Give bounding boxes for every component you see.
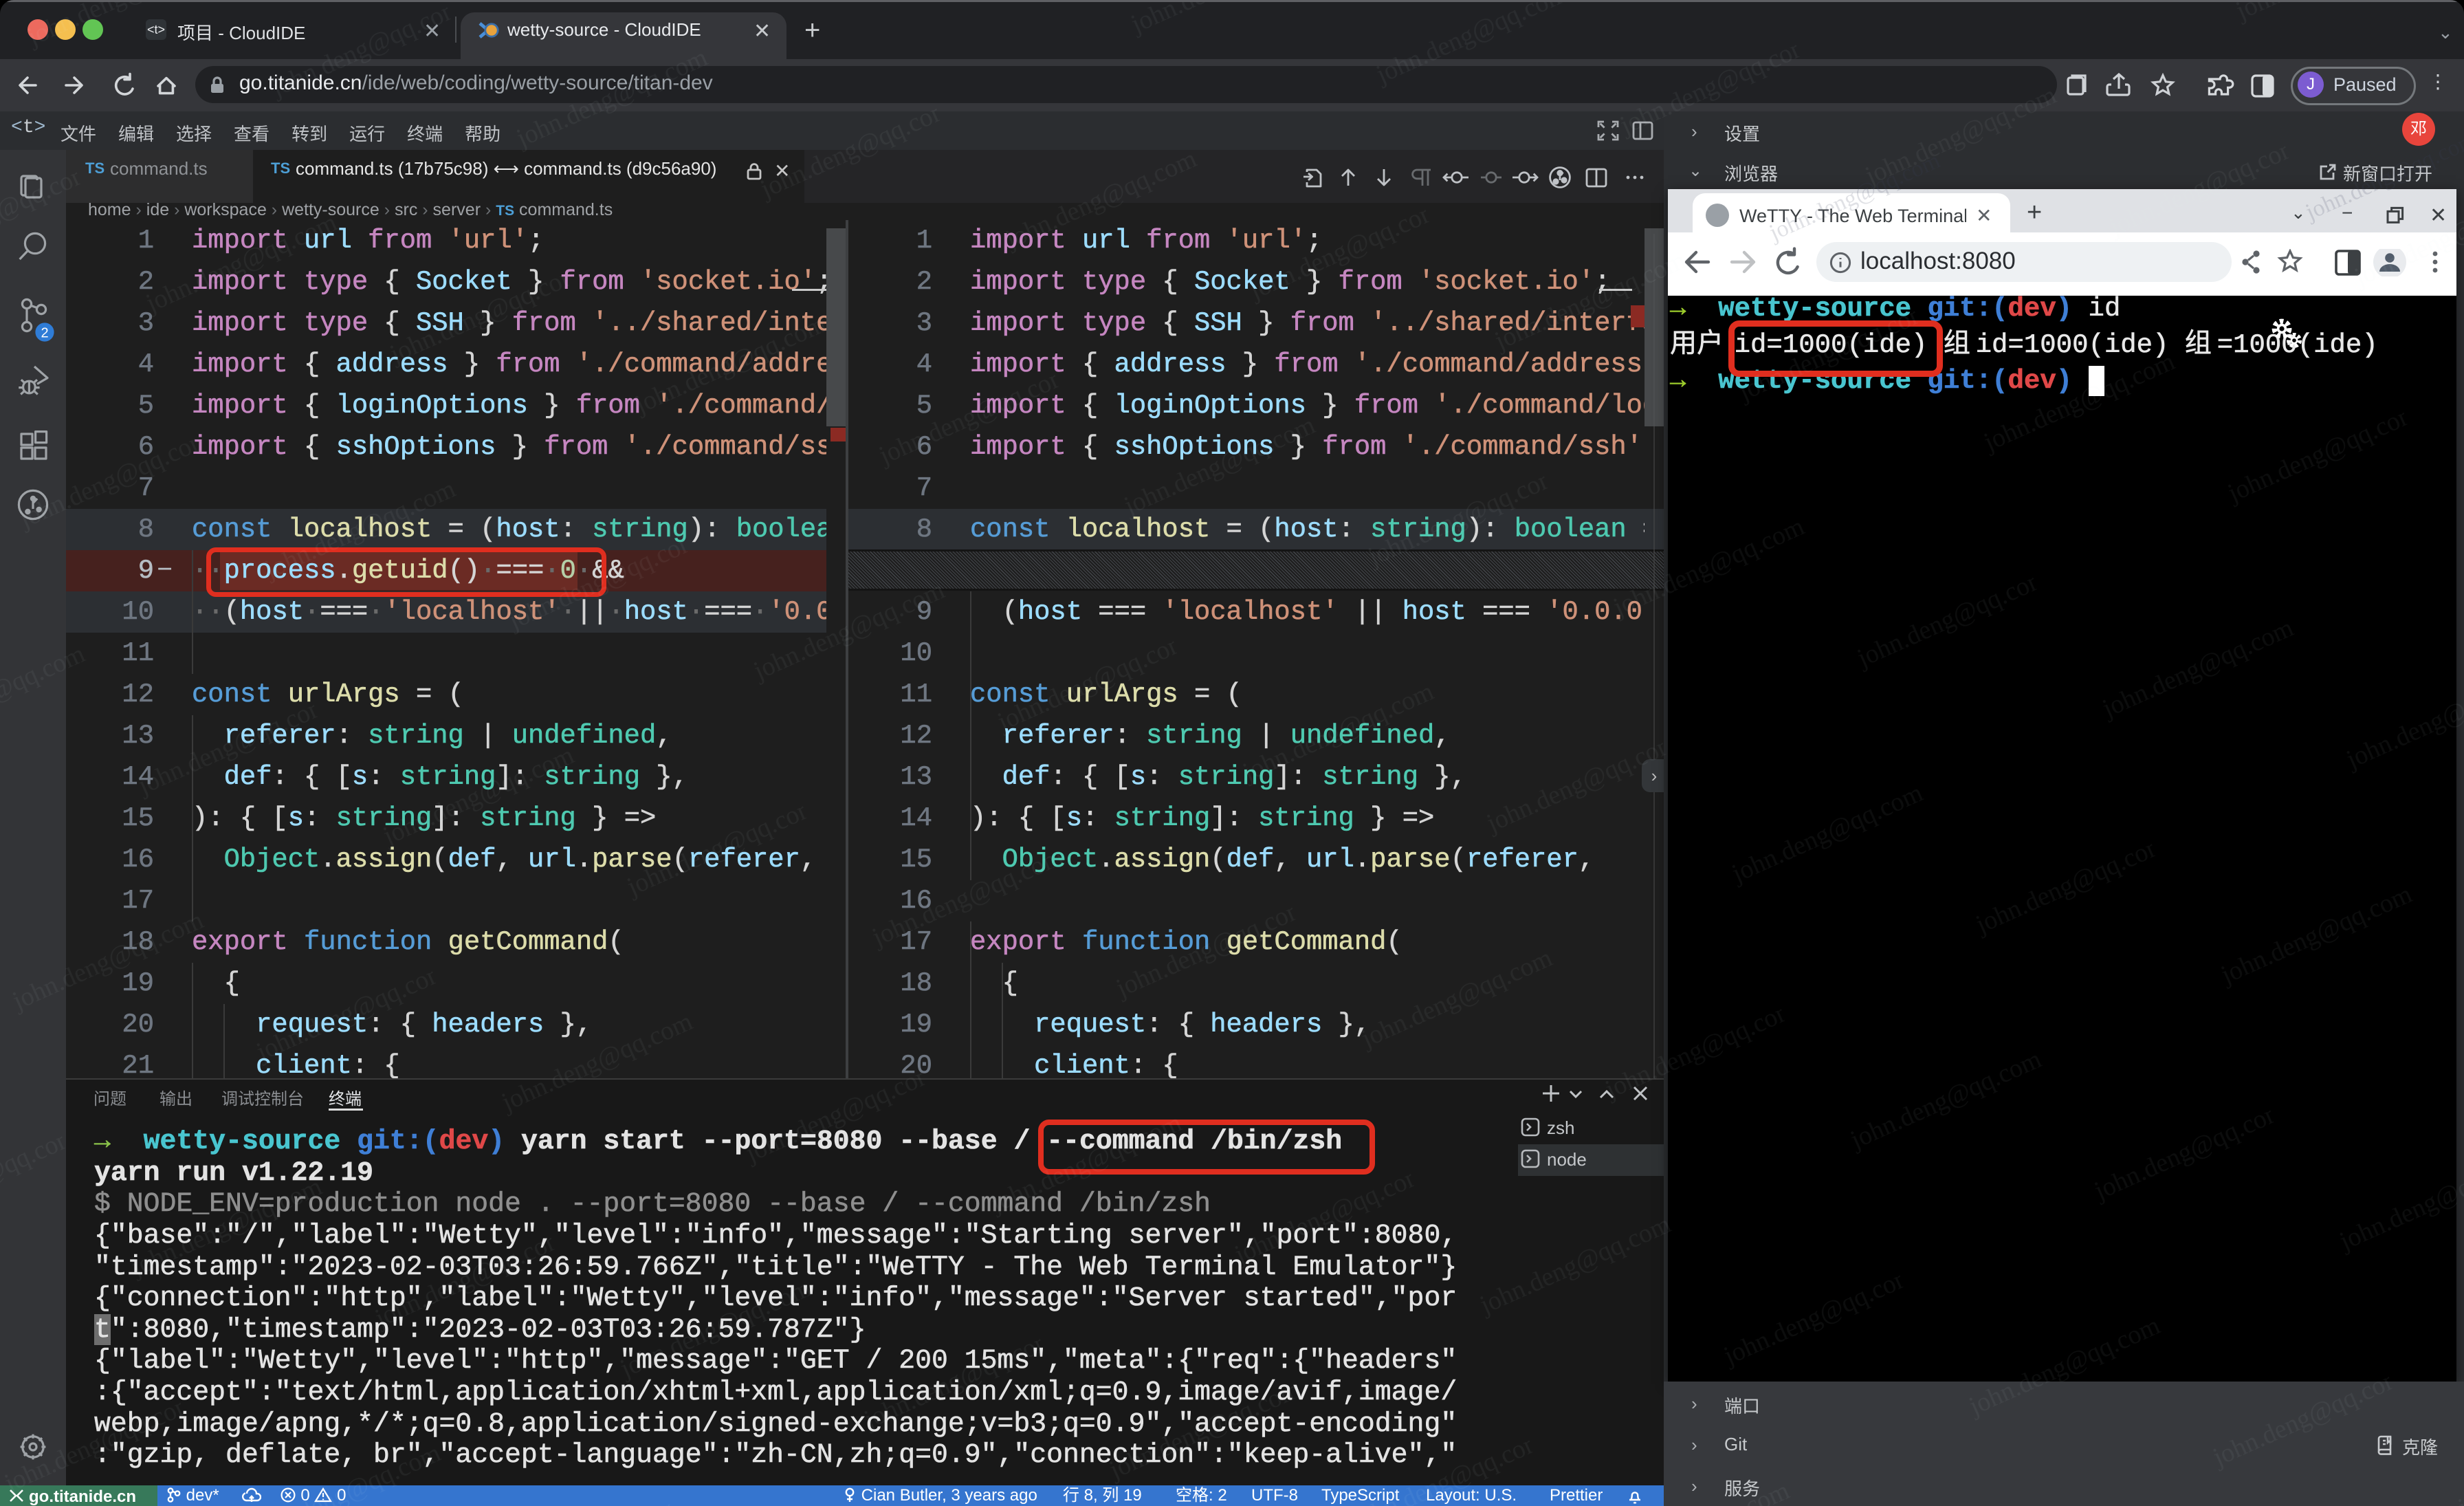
svg-text:2: 2 bbox=[41, 326, 48, 341]
